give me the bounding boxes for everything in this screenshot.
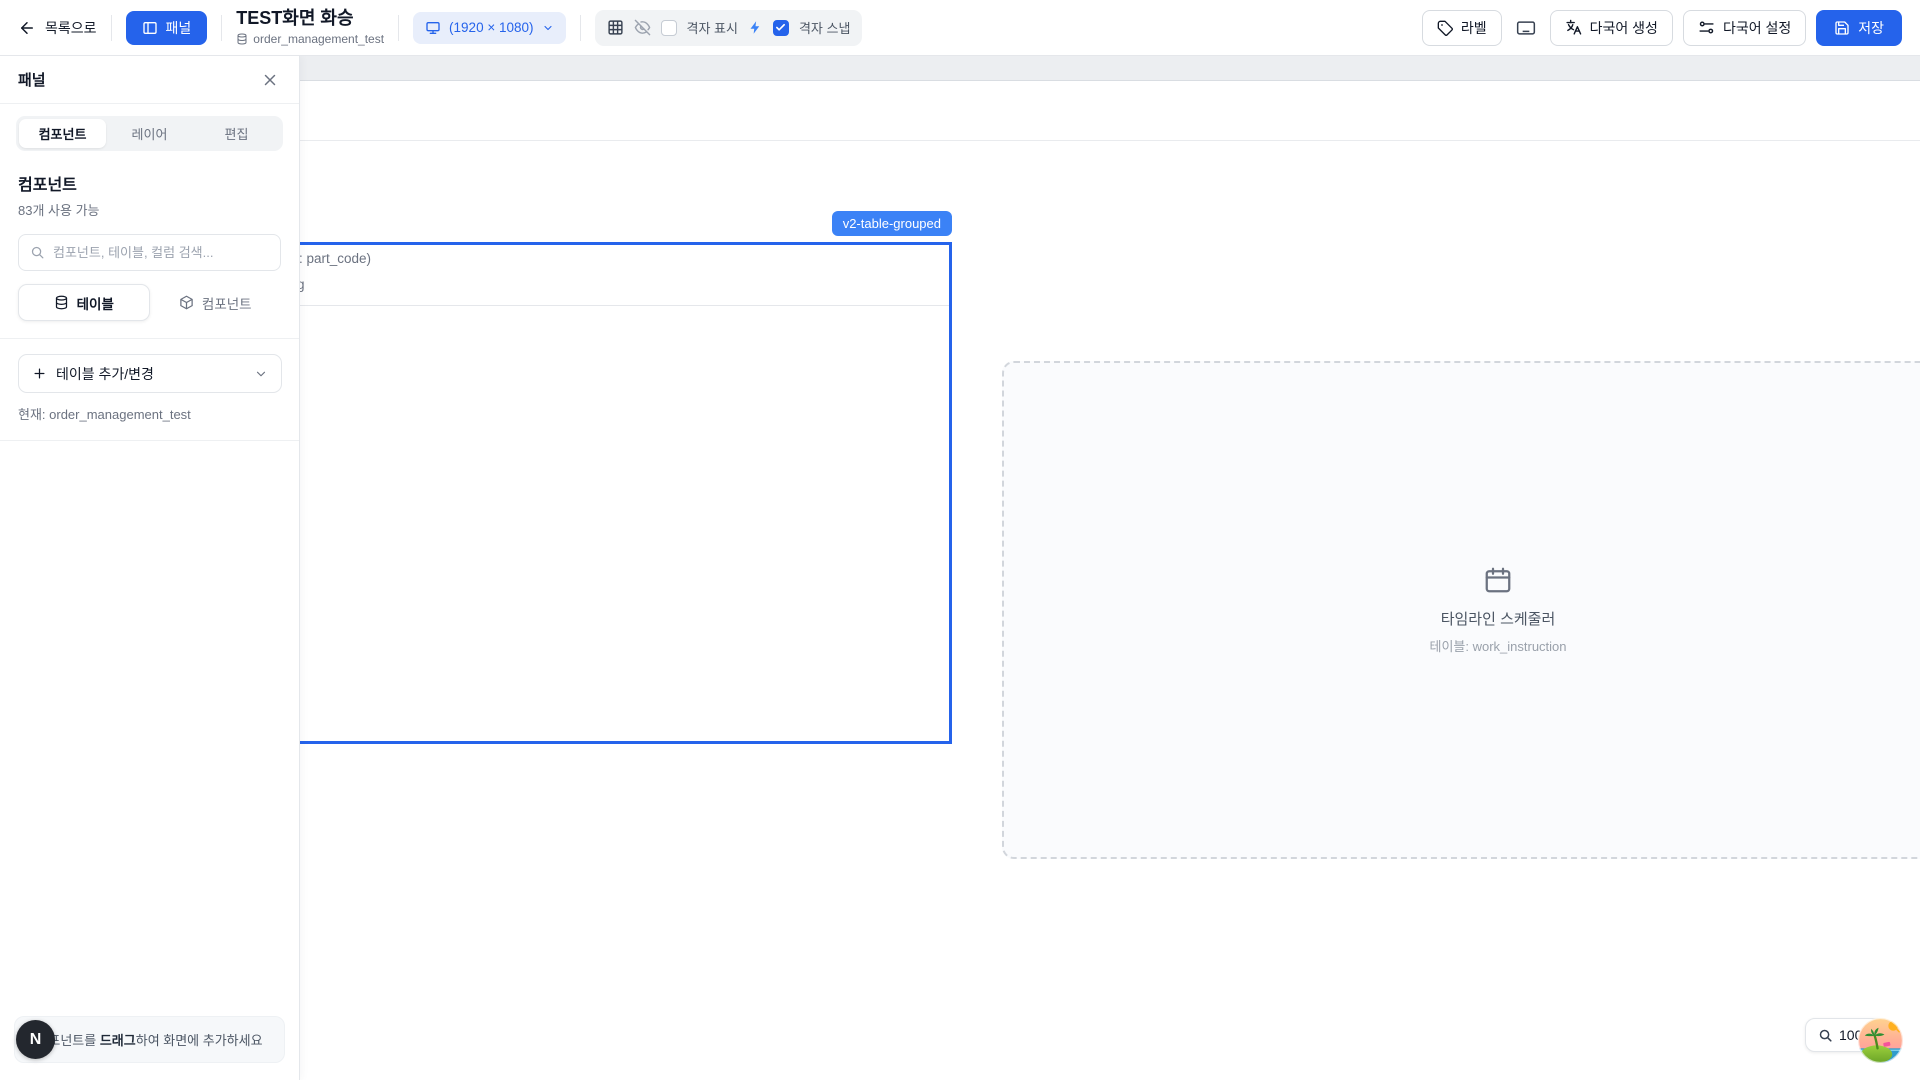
label-button[interactable]: 라벨	[1422, 10, 1502, 46]
chevron-down-icon	[542, 22, 554, 34]
screen-size-dropdown[interactable]: (1920 × 1080)	[413, 12, 565, 44]
component-type-badge: v2-table-grouped	[832, 211, 952, 236]
eye-off-icon	[634, 19, 651, 36]
grid-tools-group: 격자 표시 격자 스냅	[595, 10, 863, 46]
panel-toggle-button[interactable]: 패널	[126, 11, 208, 45]
arrow-left-icon	[18, 19, 36, 37]
panel-title: 패널	[18, 69, 46, 90]
top-toolbar: 목록으로 패널 TEST화면 화승 order_management_test …	[0, 0, 1920, 56]
back-to-list-button[interactable]: 목록으로	[18, 18, 97, 38]
tag-icon	[1437, 20, 1453, 36]
current-table-label: 현재: order_management_test	[0, 393, 299, 423]
keyboard-icon	[1516, 18, 1536, 38]
component-header-text: : part_code)	[299, 251, 371, 266]
panel-tab-bar: 컴포넌트 레이어 편집	[16, 116, 283, 151]
grid-show-label: 격자 표시	[687, 18, 738, 37]
chevron-down-icon	[254, 367, 268, 381]
i18n-generate-button[interactable]: 다국어 생성	[1550, 10, 1673, 46]
languages-icon	[1565, 19, 1582, 36]
search-icon	[30, 245, 45, 260]
calendar-icon	[1483, 565, 1513, 595]
grid-snap-checkbox[interactable]	[773, 20, 789, 36]
bound-table-name: order_management_test	[253, 32, 384, 46]
close-icon[interactable]	[259, 69, 281, 91]
settings-sliders-icon	[1698, 19, 1715, 36]
magnifier-icon	[1818, 1028, 1833, 1043]
scheduler-table-ref: 테이블: work_instruction	[1429, 636, 1566, 655]
plus-icon	[32, 366, 47, 381]
tab-components[interactable]: 컴포넌트	[19, 119, 106, 148]
selected-table-component[interactable]: v2-table-grouped : part_code) g	[240, 242, 952, 744]
scheduler-title: 타임라인 스케줄러	[1441, 608, 1556, 629]
page-title: TEST화면 화승	[236, 9, 384, 29]
divider	[0, 440, 299, 441]
divider	[111, 15, 112, 41]
divider	[398, 15, 399, 41]
panel-left-icon	[142, 20, 158, 36]
box-icon	[179, 295, 194, 310]
grid-show-checkbox[interactable]	[661, 20, 677, 36]
components-count: 83개 사용 가능	[18, 200, 281, 219]
component-header-divider	[243, 305, 949, 306]
component-search-box	[18, 234, 281, 271]
database-icon	[236, 33, 248, 45]
island-sticker-icon	[1857, 1017, 1904, 1064]
lightning-icon	[748, 20, 763, 35]
screen-title-block: TEST화면 화승 order_management_test	[236, 9, 384, 46]
toggle-tables-button[interactable]: 테이블	[18, 284, 150, 321]
divider	[221, 15, 222, 41]
tab-edit[interactable]: 편집	[193, 119, 280, 148]
tab-layers[interactable]: 레이어	[106, 119, 193, 148]
grid-icon	[607, 19, 624, 36]
timeline-scheduler-component[interactable]: 타임라인 스케줄러 테이블: work_instruction	[1002, 361, 1920, 859]
side-panel: 패널 컴포넌트 레이어 편집 컴포넌트 83개 사용 가능 테이블	[0, 56, 300, 1080]
divider	[0, 338, 299, 339]
save-icon	[1834, 20, 1850, 36]
add-table-dropdown[interactable]: 테이블 추가/변경	[18, 354, 282, 393]
back-to-list-label: 목록으로	[45, 18, 97, 38]
view-toggle: 테이블 컴포넌트	[18, 284, 281, 321]
avatar: N	[16, 1020, 55, 1059]
divider	[580, 15, 581, 41]
keyboard-shortcuts-button[interactable]	[1512, 14, 1540, 42]
search-input[interactable]	[53, 245, 269, 260]
monitor-icon	[425, 20, 441, 36]
toggle-components-button[interactable]: 컴포넌트	[150, 284, 282, 321]
components-section-title: 컴포넌트	[18, 171, 281, 195]
i18n-settings-button[interactable]: 다국어 설정	[1683, 10, 1806, 46]
save-button[interactable]: 저장	[1816, 10, 1902, 46]
grid-snap-label: 격자 스냅	[799, 18, 850, 37]
database-icon	[54, 295, 69, 310]
